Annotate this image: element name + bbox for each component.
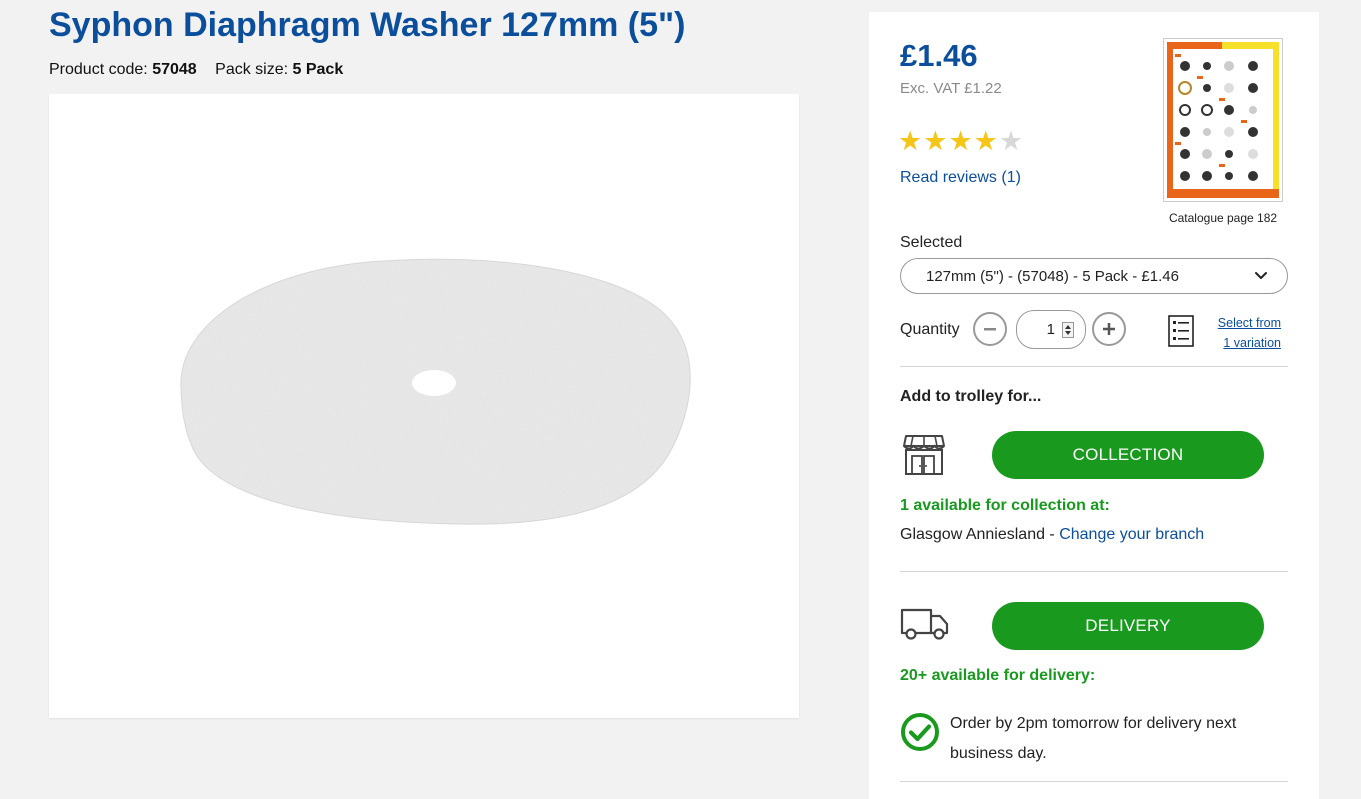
quantity-input[interactable]: 1 [1016, 310, 1086, 349]
change-branch-link[interactable]: Change your branch [1059, 526, 1204, 543]
chevron-down-icon [1255, 272, 1267, 279]
read-reviews-link[interactable]: Read reviews (1) [900, 169, 1021, 187]
check-circle-icon [901, 713, 939, 751]
product-image [180, 258, 691, 525]
quantity-label: Quantity [900, 321, 960, 338]
variation-link-line2: 1 variation [1223, 336, 1281, 350]
pack-size: 5 Pack [292, 61, 344, 78]
add-to-trolley-heading: Add to trolley for... [900, 388, 1042, 405]
price-ex-vat: Exc. VAT £1.22 [900, 80, 1002, 97]
variant-selected-value: 127mm (5") - (57048) - 5 Pack - £1.46 [926, 267, 1179, 285]
catalogue-page-image [1167, 42, 1279, 198]
catalogue-page-thumbnail[interactable] [1163, 38, 1283, 202]
plus-icon [1103, 323, 1115, 335]
divider [900, 781, 1288, 782]
branch-separator: - [1044, 526, 1060, 543]
delivery-van-icon [900, 608, 949, 640]
delivery-button[interactable]: DELIVERY [992, 602, 1264, 650]
collection-button[interactable]: COLLECTION [992, 431, 1264, 479]
quantity-value: 1 [1046, 321, 1055, 338]
selected-label: Selected [900, 234, 963, 251]
delivery-availability: 20+ available for delivery: [900, 667, 1096, 684]
shop-icon [903, 435, 945, 475]
star-filled-icon: ★ [948, 126, 973, 156]
quantity-decrease-button[interactable] [973, 312, 1007, 346]
catalogue-caption: Catalogue page 182 [1168, 211, 1278, 225]
product-code: 57048 [152, 61, 197, 78]
delivery-note: Order by 2pm tomorrow for delivery next … [950, 715, 1237, 762]
select-variation-link[interactable]: Select from 1 variation [1199, 313, 1281, 353]
divider [900, 366, 1288, 367]
branch-info: Glasgow Anniesland - Change your branch [900, 526, 1204, 544]
branch-name: Glasgow Anniesland [900, 526, 1045, 543]
spinner-arrows-icon [1065, 325, 1071, 335]
star-empty-icon: ★ [998, 126, 1024, 156]
divider [900, 571, 1288, 572]
quantity-increase-button[interactable] [1092, 312, 1126, 346]
collection-availability: 1 available for collection at: [900, 497, 1110, 514]
variation-list-icon[interactable] [1168, 315, 1194, 347]
star-rating: ★ ★ ★ ★ ★ [898, 126, 1023, 156]
price: £1.46 [900, 38, 978, 73]
star-filled-icon: ★ [973, 126, 998, 156]
product-meta: Product code: 57048 Pack size: 5 Pack [49, 61, 343, 79]
variant-select[interactable]: 127mm (5") - (57048) - 5 Pack - £1.46 [900, 258, 1288, 294]
buy-panel: £1.46 Exc. VAT £1.22 ★ ★ ★ ★ ★ Read revi… [869, 12, 1319, 799]
variation-link-line1: Select from [1217, 316, 1281, 330]
pack-size-label: Pack size: [215, 61, 289, 78]
product-title: Syphon Diaphragm Washer 127mm (5") [49, 6, 686, 44]
minus-icon [984, 328, 996, 331]
quantity-spinner[interactable] [1062, 322, 1074, 338]
product-code-label: Product code: [49, 61, 148, 78]
star-filled-icon: ★ [898, 126, 923, 156]
star-filled-icon: ★ [923, 126, 948, 156]
product-image-panel[interactable] [49, 94, 799, 718]
